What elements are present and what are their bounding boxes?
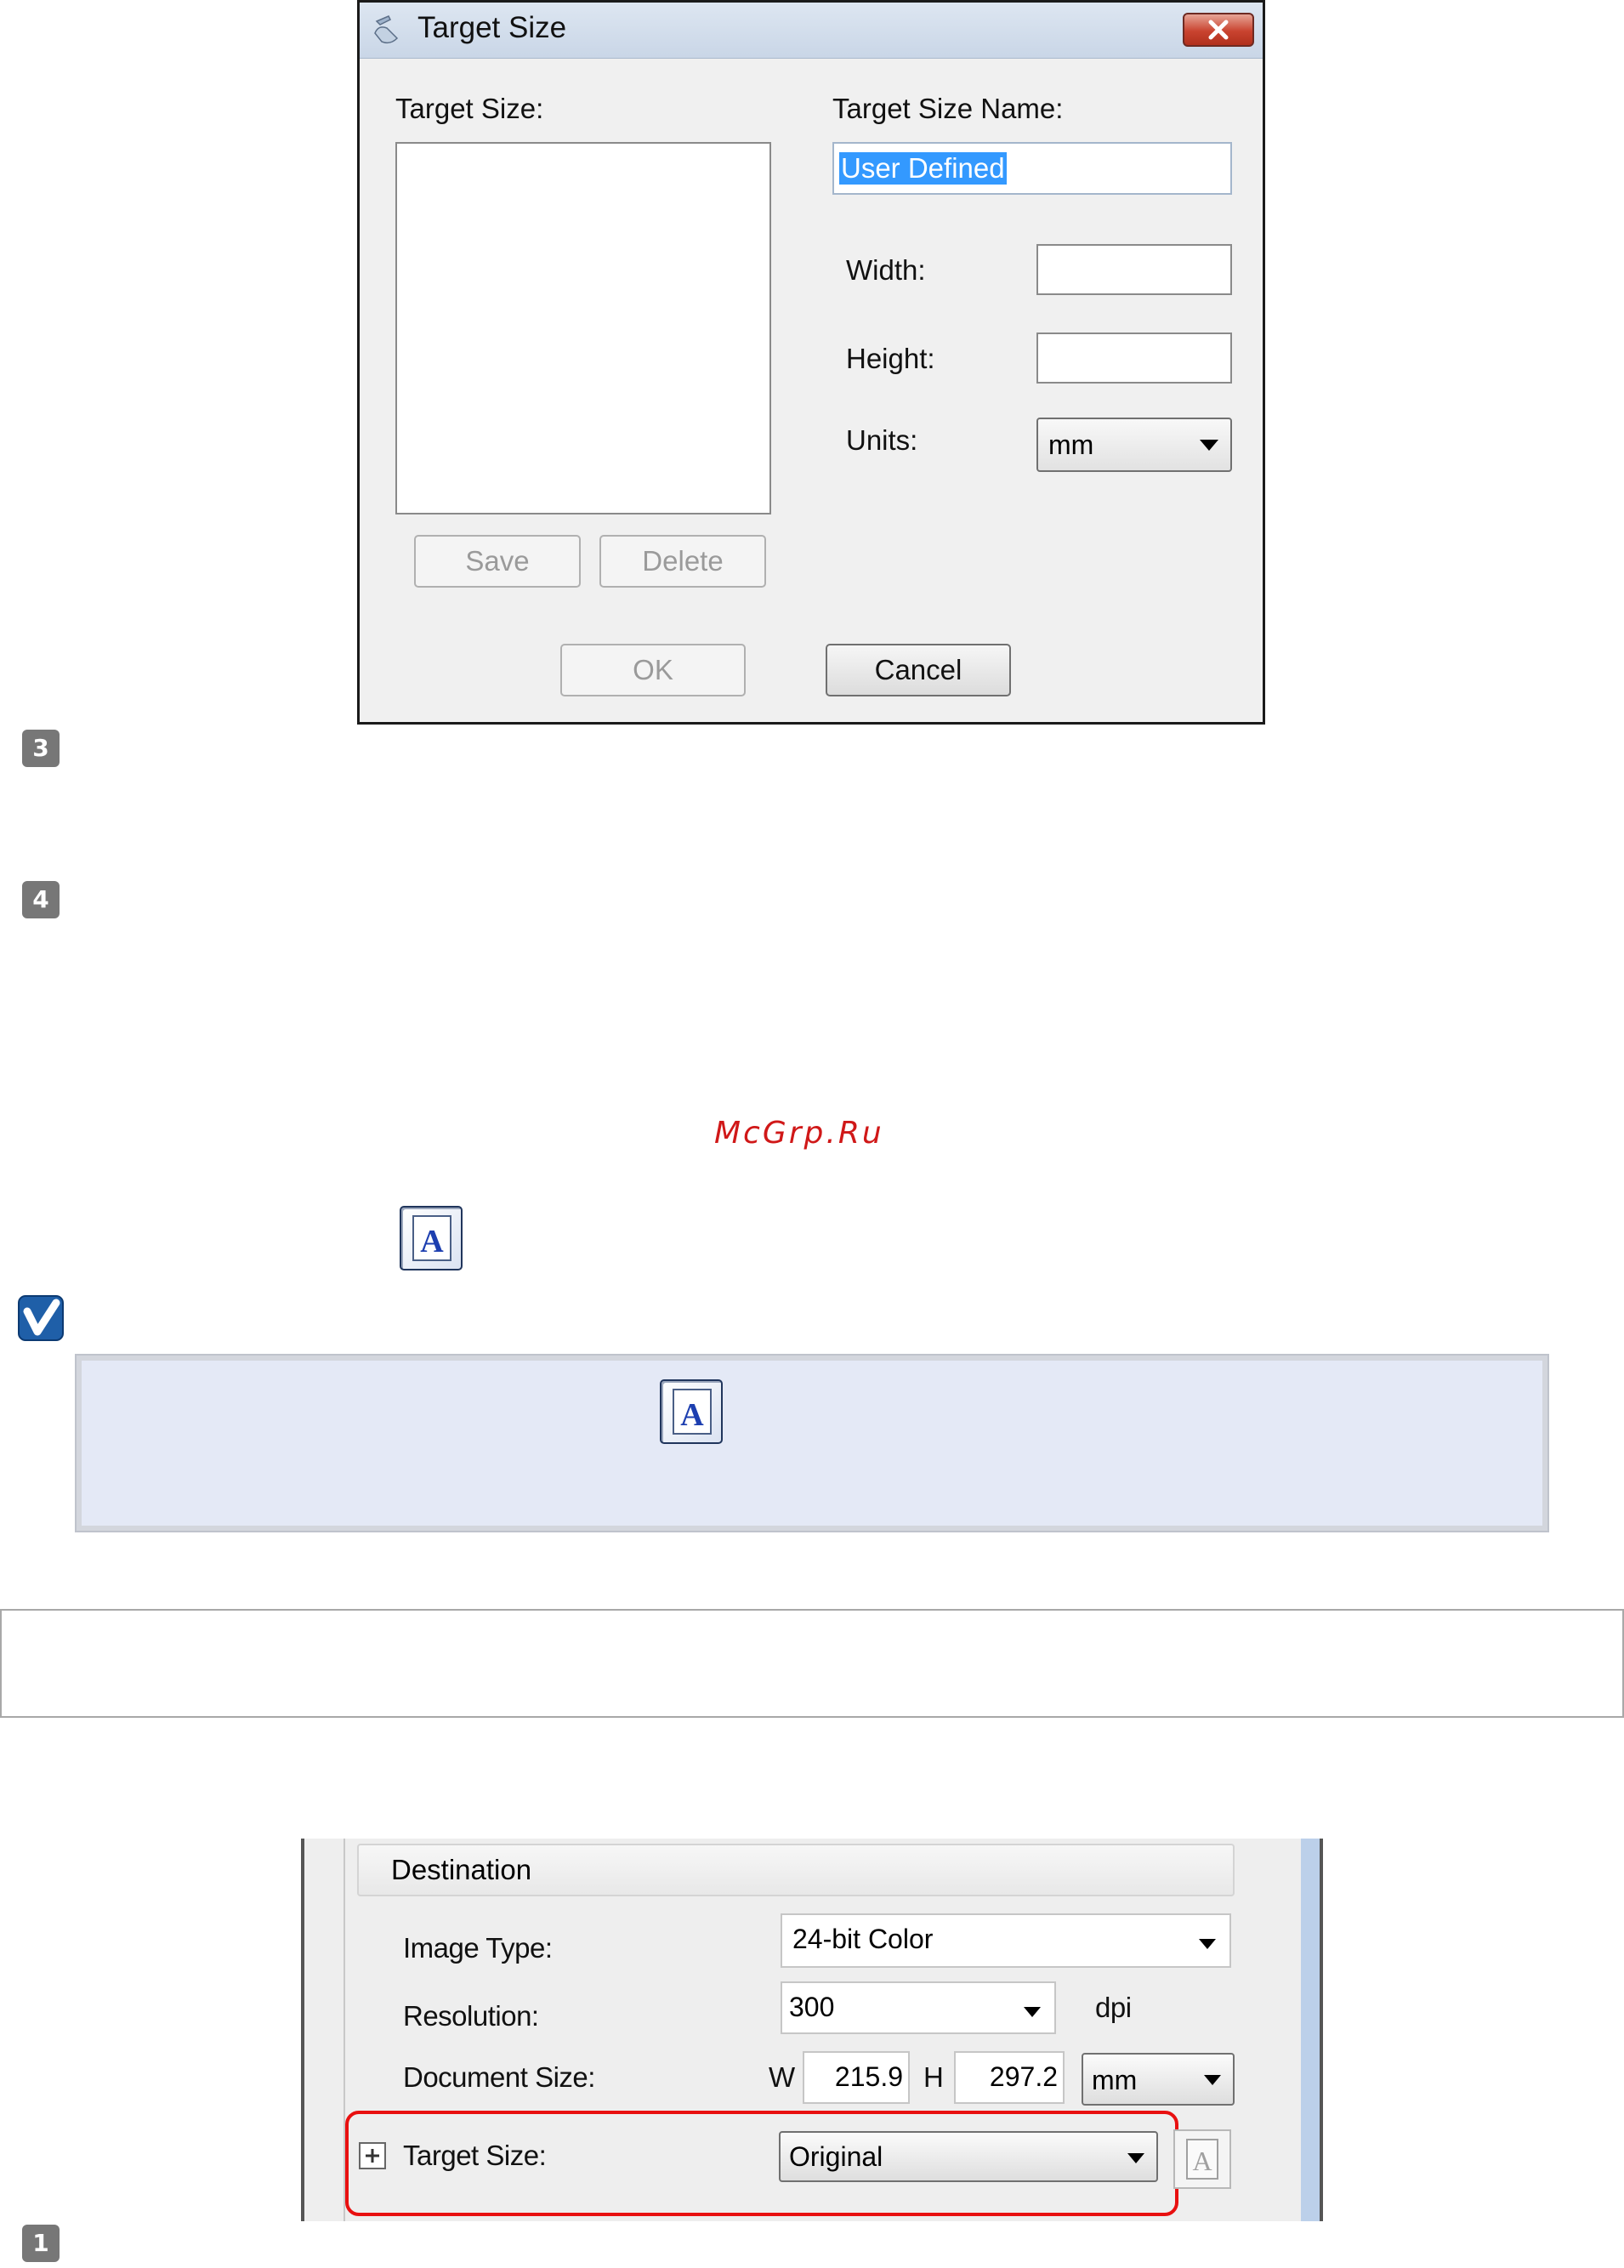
target-size-select[interactable]: Original — [779, 2131, 1158, 2182]
width-input[interactable] — [1036, 244, 1232, 295]
document-units-value: mm — [1092, 2065, 1138, 2095]
destination-section-header[interactable]: Destination — [357, 1844, 1235, 1896]
units-label: Units: — [846, 424, 918, 456]
chevron-down-icon — [1200, 440, 1218, 451]
destination-title: Destination — [391, 1854, 532, 1885]
close-button[interactable] — [1183, 13, 1254, 47]
target-size-name-value: User Defined — [839, 152, 1007, 185]
target-size-label: Target Size: — [395, 93, 544, 124]
delete-button[interactable]: Delete — [599, 535, 766, 588]
cancel-button[interactable]: Cancel — [826, 644, 1011, 696]
chevron-down-icon — [1199, 1939, 1216, 1949]
resolution-label: Resolution: — [403, 2000, 539, 2032]
height-input[interactable] — [1036, 333, 1232, 384]
image-type-select[interactable]: 24-bit Color — [781, 1913, 1231, 1968]
svg-text:A: A — [680, 1397, 704, 1433]
document-width-value: 215.9 — [834, 2061, 903, 2092]
dialog-titlebar[interactable]: Target Size — [360, 3, 1263, 59]
target-size-value: Original — [789, 2141, 883, 2172]
width-prefix: W — [769, 2061, 795, 2093]
chevron-down-icon — [1204, 2075, 1221, 2085]
target-size-dialog: Target Size Target Size: Target Size Nam… — [357, 0, 1265, 725]
image-type-label: Image Type: — [403, 1932, 553, 1964]
height-prefix: H — [923, 2061, 944, 2093]
ok-button[interactable]: OK — [560, 644, 746, 696]
text-orientation-icon: A — [660, 1379, 723, 1444]
resolution-unit: dpi — [1095, 1992, 1132, 2023]
document-height-value: 297.2 — [989, 2061, 1058, 2092]
destination-panel: Destination Image Type: 24-bit Color Res… — [301, 1839, 1323, 2221]
save-button[interactable]: Save — [414, 535, 581, 588]
units-value: mm — [1048, 429, 1094, 460]
step-1-badge: 1 — [22, 2225, 60, 2262]
target-size-list[interactable] — [395, 142, 771, 514]
target-size-name-input[interactable]: User Defined — [832, 142, 1232, 195]
note-box: A — [75, 1354, 1549, 1532]
watermark: McGrp.Ru — [714, 1116, 884, 1151]
resolution-value: 300 — [789, 1992, 835, 2022]
svg-text:A: A — [1192, 2146, 1212, 2176]
image-type-value: 24-bit Color — [792, 1924, 934, 1954]
chevron-down-icon — [1127, 2153, 1144, 2163]
close-icon — [1208, 20, 1229, 40]
section-divider-box — [0, 1609, 1624, 1718]
resolution-select[interactable]: 300 — [781, 1981, 1056, 2034]
document-width-input[interactable]: 215.9 — [803, 2051, 910, 2104]
scanner-icon — [372, 14, 404, 47]
text-orientation-icon[interactable]: A — [1173, 2129, 1231, 2189]
step-4-badge: 4 — [22, 881, 60, 918]
text-orientation-icon[interactable]: A — [400, 1206, 463, 1270]
document-units-select[interactable]: mm — [1082, 2053, 1235, 2106]
scrollbar[interactable] — [1301, 1839, 1320, 2221]
svg-text:A: A — [420, 1224, 444, 1259]
units-select[interactable]: mm — [1036, 418, 1232, 472]
step-3-badge: 3 — [22, 730, 60, 767]
width-label: Width: — [846, 254, 926, 286]
target-size-name-label: Target Size Name: — [832, 93, 1064, 124]
height-label: Height: — [846, 343, 935, 374]
checkmark-note-icon — [17, 1294, 65, 1342]
target-size-label: Target Size: — [403, 2140, 547, 2171]
chevron-down-icon — [1024, 2007, 1041, 2017]
dialog-title: Target Size — [417, 11, 567, 44]
document-height-input[interactable]: 297.2 — [954, 2051, 1065, 2104]
document-size-label: Document Size: — [403, 2061, 595, 2093]
expand-icon[interactable] — [359, 2142, 386, 2169]
